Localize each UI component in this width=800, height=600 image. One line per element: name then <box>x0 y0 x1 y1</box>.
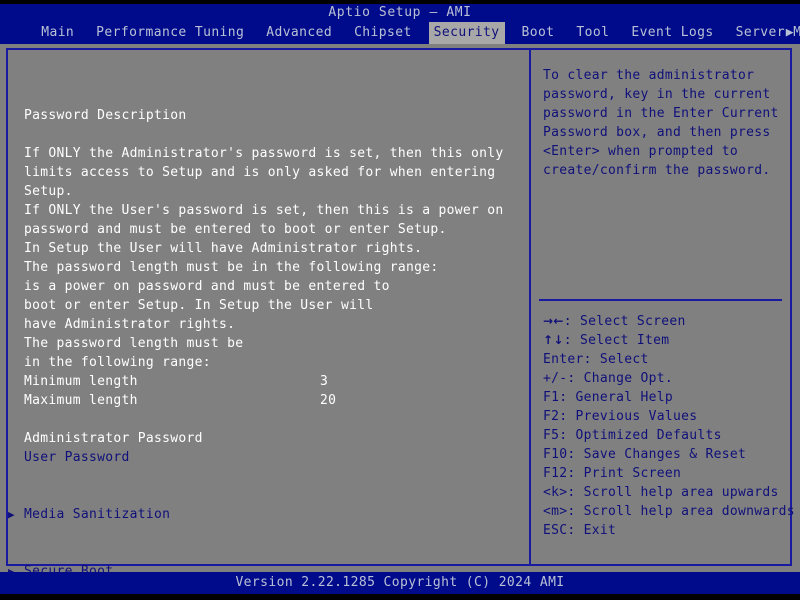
key-legend-text: : Select Item <box>563 333 670 348</box>
menu-tab-boot[interactable]: Boot <box>517 22 560 44</box>
submenu-item-label: Media Sanitization <box>24 507 171 522</box>
menu-tab-chipset[interactable]: Chipset <box>349 22 417 44</box>
key-legend-line: F1: General Help <box>543 390 674 405</box>
key-legend-line: F12: Print Screen <box>543 466 682 481</box>
security-settings-list: Password Description If ONLY the Adminis… <box>8 106 519 581</box>
description-line: have Administrator rights. <box>24 317 236 332</box>
description-line: If ONLY the Administrator's password is … <box>24 146 504 161</box>
password-length-label: Minimum length <box>24 374 138 389</box>
main-menu-bar[interactable]: Main Performance Tuning Advanced Chipset Sec… <box>0 22 800 44</box>
right-panel: To clear the administrator password, key … <box>529 48 795 566</box>
password-description-heading: Password Description <box>24 108 187 123</box>
setup-body: To clear the administrator password, key … <box>0 44 800 579</box>
password-length-value: 3 <box>320 374 329 389</box>
key-legend-block: →←: Select Screen ↑↓: Select Item Enter: S… <box>543 312 795 540</box>
submenu-item-media-sanitization[interactable]: ▶ Media Sanitization <box>8 505 519 524</box>
help-line: <Enter> when prompted to <box>543 144 739 159</box>
key-legend-line: Enter: Select <box>543 352 649 367</box>
description-line: The password length must be <box>24 336 244 351</box>
password-length-row: Minimum length 3 <box>24 372 519 391</box>
bios-setup-screen: Aptio Setup – AMI Main Performance Tuning… <box>0 0 800 600</box>
key-legend-line: →←: Select Screen <box>543 312 788 331</box>
help-text-block: To clear the administrator password, key … <box>543 66 781 180</box>
description-line: password and must be entered to boot or … <box>24 222 447 237</box>
password-item-user[interactable]: User Password <box>24 448 519 467</box>
description-line: is a power on password and must be enter… <box>24 279 390 294</box>
help-line: create/confirm the password. <box>543 163 771 178</box>
key-legend-line: +/-: Change Opt. <box>543 371 674 386</box>
password-item-administrator: Administrator Password <box>24 431 203 446</box>
description-line: In Setup the User will have Administrato… <box>24 241 423 256</box>
key-glyph-icon: ↑↓ <box>543 333 564 347</box>
key-glyph-icon: →← <box>543 314 564 328</box>
description-line: The password length must be in the follo… <box>24 260 439 275</box>
help-line: Password box, and then press <box>543 125 771 140</box>
menu-tab-performance-tuning[interactable]: Performance Tuning <box>91 22 249 44</box>
menu-scroll-right-icon[interactable]: ▶ <box>786 22 794 44</box>
submenu-arrow-icon: ▶ <box>8 508 15 521</box>
menu-tab-security[interactable]: Security <box>428 22 505 44</box>
help-line: To clear the administrator <box>543 68 755 83</box>
menu-tab-main[interactable]: Main <box>36 22 79 44</box>
description-line: boot or enter Setup. In Setup the User w… <box>24 298 374 313</box>
key-legend-line: F2: Previous Values <box>543 409 698 424</box>
help-line: password in the Enter Current <box>543 106 779 121</box>
menu-tab-advanced[interactable]: Advanced <box>261 22 337 44</box>
password-length-label: Maximum length <box>24 393 138 408</box>
help-divider <box>539 299 782 301</box>
menu-tab-tool[interactable]: Tool <box>571 22 614 44</box>
key-legend-line: F5: Optimized Defaults <box>543 428 722 443</box>
key-legend-line: F10: Save Changes & Reset <box>543 447 747 462</box>
password-length-row: Maximum length 20 <box>24 391 519 410</box>
key-legend-text: : Select Screen <box>563 314 686 329</box>
key-legend-line: <m>: Scroll help area downwards <box>543 504 795 519</box>
password-length-value: 20 <box>320 393 337 408</box>
key-legend-line: ESC: Exit <box>543 523 617 538</box>
description-line: If ONLY the User's password is set, then… <box>24 203 504 218</box>
key-legend-line: <k>: Scroll help area upwards <box>543 485 779 500</box>
description-line: limits access to Setup and is only asked… <box>24 165 496 180</box>
help-line: password, key in the current <box>543 87 771 102</box>
window-title: Aptio Setup – AMI <box>0 4 800 22</box>
key-legend-line: ↑↓: Select Item <box>543 331 788 350</box>
version-footer: Version 2.22.1285 Copyright (C) 2024 AMI <box>0 572 800 594</box>
description-line: Setup. <box>24 184 73 199</box>
menu-tab-event-logs[interactable]: Event Logs <box>626 22 718 44</box>
description-line: in the following range: <box>24 355 211 370</box>
